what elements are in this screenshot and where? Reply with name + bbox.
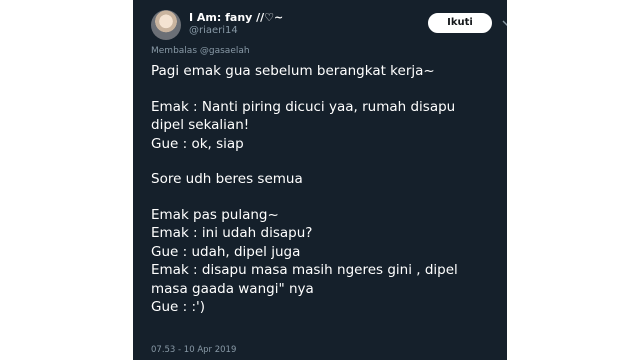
tweet-line: dipel sekalian!	[151, 117, 250, 133]
tweet-line: Emak : disapu masa masih ngeres gini , d…	[151, 262, 458, 278]
tweet-line: Emak : ini udah disapu?	[151, 225, 313, 241]
reply-context: Membalas @gasaelah	[151, 46, 250, 56]
follow-button[interactable]: Ikuti	[428, 13, 492, 33]
chevron-down-icon-graphic	[502, 20, 507, 26]
reply-mention-link[interactable]: @gasaelah	[200, 46, 250, 56]
tweet-timestamp[interactable]: 07.53 - 10 Apr 2019	[151, 345, 236, 355]
tweet-line: Gue : ok, siap	[151, 135, 244, 152]
tweet-line: Sore udh beres semua	[151, 171, 303, 187]
display-name[interactable]: I Am: fany //♡~	[189, 11, 283, 24]
chevron-down-icon[interactable]	[501, 17, 507, 29]
avatar[interactable]	[151, 10, 181, 40]
tweet-card: I Am: fany //♡~ @riaeri14 Ikuti Membalas…	[133, 0, 507, 360]
tweet-line: Gue : udah, dipel juga	[151, 243, 301, 260]
tweet-header: I Am: fany //♡~ @riaeri14 Ikuti	[151, 10, 507, 40]
user-handle[interactable]: @riaeri14	[189, 25, 238, 36]
tweet-line: Pagi emak gua sebelum berangkat kerja~	[151, 63, 435, 79]
reply-prefix: Membalas	[151, 46, 198, 56]
tweet-line: masa gaada wangi" nya	[151, 280, 314, 297]
tweet-line: Gue : :')	[151, 299, 205, 315]
tweet-line: Emak pas pulang~	[151, 206, 279, 223]
tweet-text: Pagi emak gua sebelum berangkat kerja~ E…	[151, 62, 493, 317]
tweet-line: Emak : Nanti piring dicuci yaa, rumah di…	[151, 98, 456, 115]
